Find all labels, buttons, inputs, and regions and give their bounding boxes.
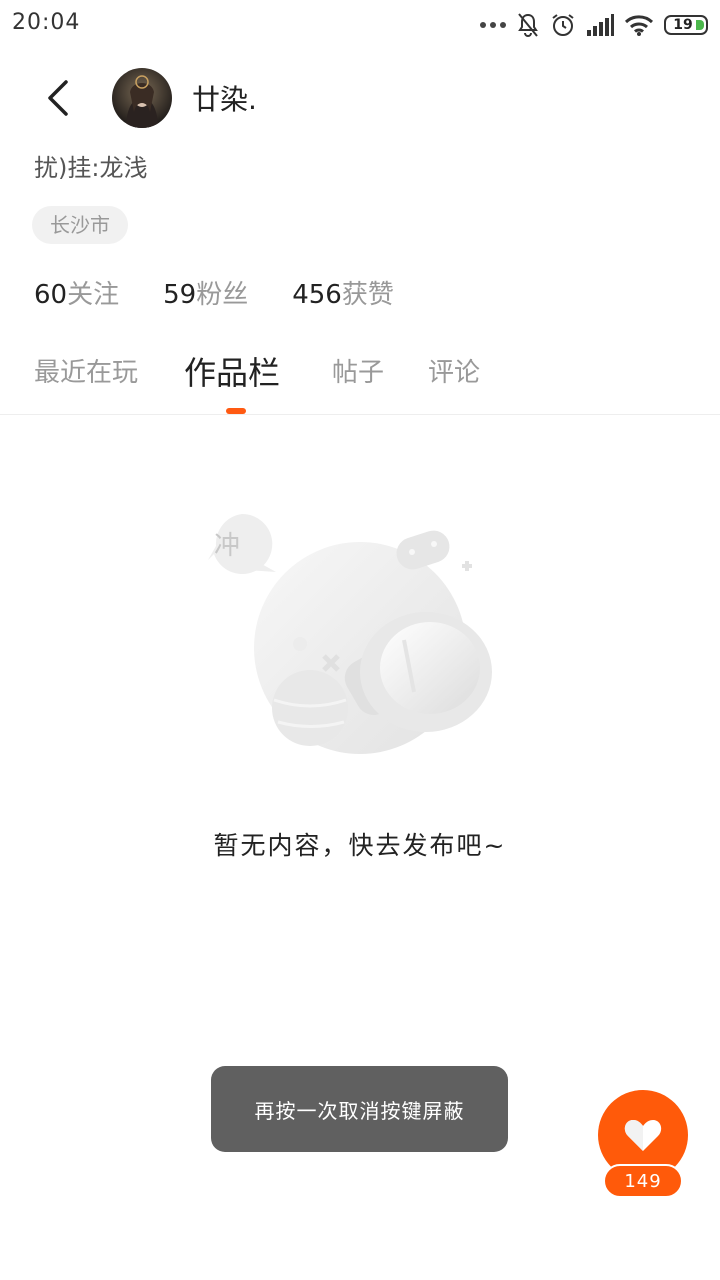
back-button[interactable]	[36, 76, 80, 120]
wifi-icon	[624, 15, 654, 36]
battery-level: 19	[673, 17, 693, 33]
empty-state-text: 暂无内容，快去发布吧~	[213, 831, 507, 860]
bell-muted-icon	[518, 13, 538, 37]
empty-state-illustration: 冲	[200, 500, 520, 790]
tab-indicator	[226, 408, 246, 414]
stat-likes-label: 获赞	[341, 280, 394, 310]
stat-followers-label: 粉丝	[196, 280, 249, 310]
status-time: 20:04	[12, 10, 81, 35]
stat-following[interactable]: 60关注	[34, 274, 119, 311]
stat-followers[interactable]: 59粉丝	[163, 274, 248, 311]
tab-posts[interactable]: 帖子	[332, 352, 384, 389]
tab-works[interactable]: 作品栏	[184, 348, 280, 394]
empty-state-badge: 冲	[214, 531, 240, 561]
alarm-icon	[552, 14, 574, 36]
avatar[interactable]	[112, 68, 172, 128]
like-count-badge: 149	[603, 1164, 683, 1198]
status-bar: 20:04 19	[0, 0, 720, 50]
more-dots-icon	[480, 22, 506, 28]
tab-recently-played[interactable]: 最近在玩	[34, 352, 138, 389]
username: 廿染.	[192, 83, 257, 116]
stat-likes-count: 456	[292, 280, 342, 310]
profile-tabs: 最近在玩 作品栏 帖子 评论	[0, 340, 720, 415]
heart-icon	[624, 1120, 662, 1151]
chevron-left-icon	[48, 80, 68, 116]
stat-followers-count: 59	[163, 280, 197, 310]
profile-bio: 扰)挂:龙浅	[34, 154, 148, 182]
battery-icon: 19	[664, 15, 708, 35]
stat-likes: 456获赞	[292, 274, 394, 311]
signal-icon	[587, 14, 614, 36]
profile-stats: 60关注 59粉丝 456获赞	[34, 274, 394, 311]
stat-following-label: 关注	[67, 280, 120, 310]
stat-following-count: 60	[34, 280, 68, 310]
tab-comments[interactable]: 评论	[428, 352, 480, 389]
status-icons: 19	[480, 10, 708, 40]
location-tag: 长沙市	[32, 206, 128, 244]
toast-message: 再按一次取消按键屏蔽	[211, 1066, 508, 1152]
